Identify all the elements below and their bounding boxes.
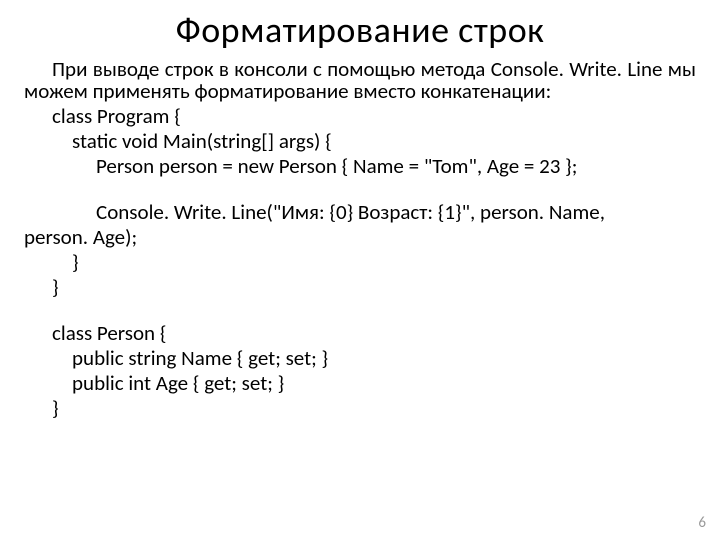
intro-text: При выводе строк в консоли с помощью мет… <box>24 56 696 104</box>
code-line: } <box>24 250 696 275</box>
code-line: public int Age { get; set; } <box>24 371 696 396</box>
code-block-2: class Person { public string Name { get;… <box>24 321 696 420</box>
code-line: } <box>24 275 696 300</box>
code-block-1b: person. Age); } } <box>24 225 696 299</box>
code-line: Console. Write. Line("Имя: {0} Возраст: … <box>24 200 696 225</box>
page-number: 6 <box>698 514 706 532</box>
code-line: } <box>24 396 696 421</box>
code-block-1: class Program { static void Main(string[… <box>24 104 696 225</box>
code-line: public string Name { get; set; } <box>24 346 696 371</box>
slide-title: Форматирование строк <box>24 8 696 52</box>
code-line: person. Age); <box>24 225 696 250</box>
code-line: static void Main(string[] args) { <box>24 129 696 154</box>
code-line: class Program { <box>24 104 696 129</box>
code-line: class Person { <box>24 321 696 346</box>
code-line: Person person = new Person { Name = "Tom… <box>24 154 696 179</box>
intro-paragraph: При выводе строк в консоли с помощью мет… <box>24 58 696 102</box>
